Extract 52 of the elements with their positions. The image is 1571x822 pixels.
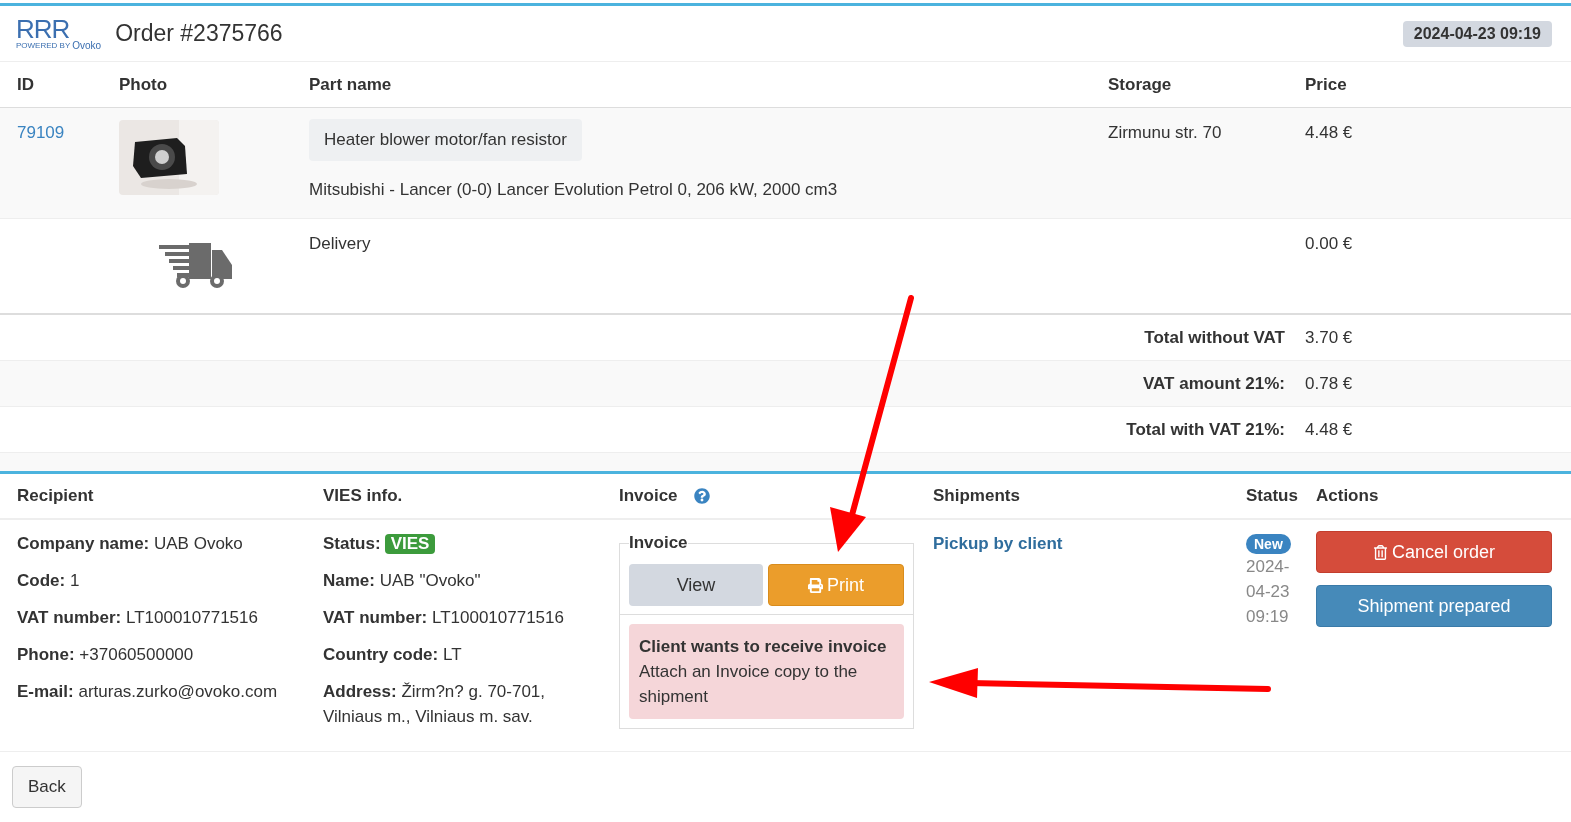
field-text: Company name: UAB Ovoko (17, 533, 244, 555)
vies-badge: VIES (384, 533, 436, 554)
column-header: Shipments (933, 485, 1020, 508)
delivery-text: Delivery (309, 234, 371, 253)
total-label: Total without VAT (1143, 326, 1285, 349)
part-description: Mitsubishi - Lancer (0-0) Lancer Evolution Petrol 0, 206 kW, 2000 cm3 (309, 178, 838, 201)
status-badge: New (1246, 534, 1291, 554)
trash-icon (1372, 544, 1388, 560)
part-id-link[interactable]: 79109 (17, 123, 65, 142)
back-button[interactable]: Back (12, 766, 82, 808)
price-text: 0.00 € (1305, 234, 1353, 253)
column-header: Recipient (17, 485, 94, 508)
column-header: Price (1305, 73, 1348, 96)
total-value: 0.78 € (1304, 372, 1353, 395)
storage-text: Zirmunu str. 70 (1108, 123, 1222, 142)
part-name-tag: Heater blower motor/fan resistor (309, 119, 582, 161)
view-button[interactable]: View (629, 564, 763, 606)
field-text: Name: UAB "Ovoko" (323, 570, 482, 592)
total-label: VAT amount 21%: (1142, 372, 1285, 395)
field-text: Country code: LT (323, 644, 463, 666)
total-value: 4.48 € (1304, 418, 1353, 441)
field-text: VAT number: LT100010771516 (323, 607, 565, 629)
column-header: Invoice (619, 485, 678, 508)
help-icon[interactable] (693, 488, 710, 504)
order-title: Order #2375766 (115, 19, 283, 49)
logo: RRR POWERED BY Ovoko (16, 16, 102, 51)
field-text: VAT number: LT100010771516 (17, 607, 259, 629)
column-header: Part name (309, 73, 393, 96)
truck-icon (159, 243, 233, 289)
total-value: 3.70 € (1304, 326, 1353, 349)
column-header: ID (17, 73, 35, 96)
printer-icon (808, 577, 823, 593)
column-header: Storage (1108, 73, 1173, 96)
print-button[interactable]: Print (768, 564, 904, 606)
vies-status-label: Status: (323, 533, 381, 555)
field-text: Address: Žirm?n? g. 70-701, Vilniaus m., Vilniaus m. sav. (323, 681, 547, 728)
alert-text: Attach an Invoice copy to the shipment (639, 661, 859, 708)
shipment-prepared-button[interactable]: Shipment prepared (1316, 585, 1552, 627)
cancel-order-button[interactable]: Cancel order (1316, 531, 1552, 573)
date-badge: 2024-04-23 09:19 (1402, 20, 1552, 47)
column-header: Photo (119, 73, 169, 96)
alert-title: Client wants to receive invoice (639, 636, 888, 658)
column-header: Actions (1316, 485, 1379, 508)
status-date: 2024-04-23 09:19 (1246, 556, 1291, 628)
shipment-link[interactable]: Pickup by client (933, 534, 1063, 553)
column-header: Status (1246, 485, 1298, 508)
total-label: Total with VAT 21%: (1125, 418, 1285, 441)
price-text: 4.48 € (1305, 123, 1353, 142)
column-header: VIES info. (323, 485, 403, 508)
field-text: Phone: +37060500000 (17, 644, 195, 666)
field-text: Code: 1 (17, 570, 81, 592)
field-text: E-mail: arturas.zurko@ovoko.com (17, 681, 279, 703)
